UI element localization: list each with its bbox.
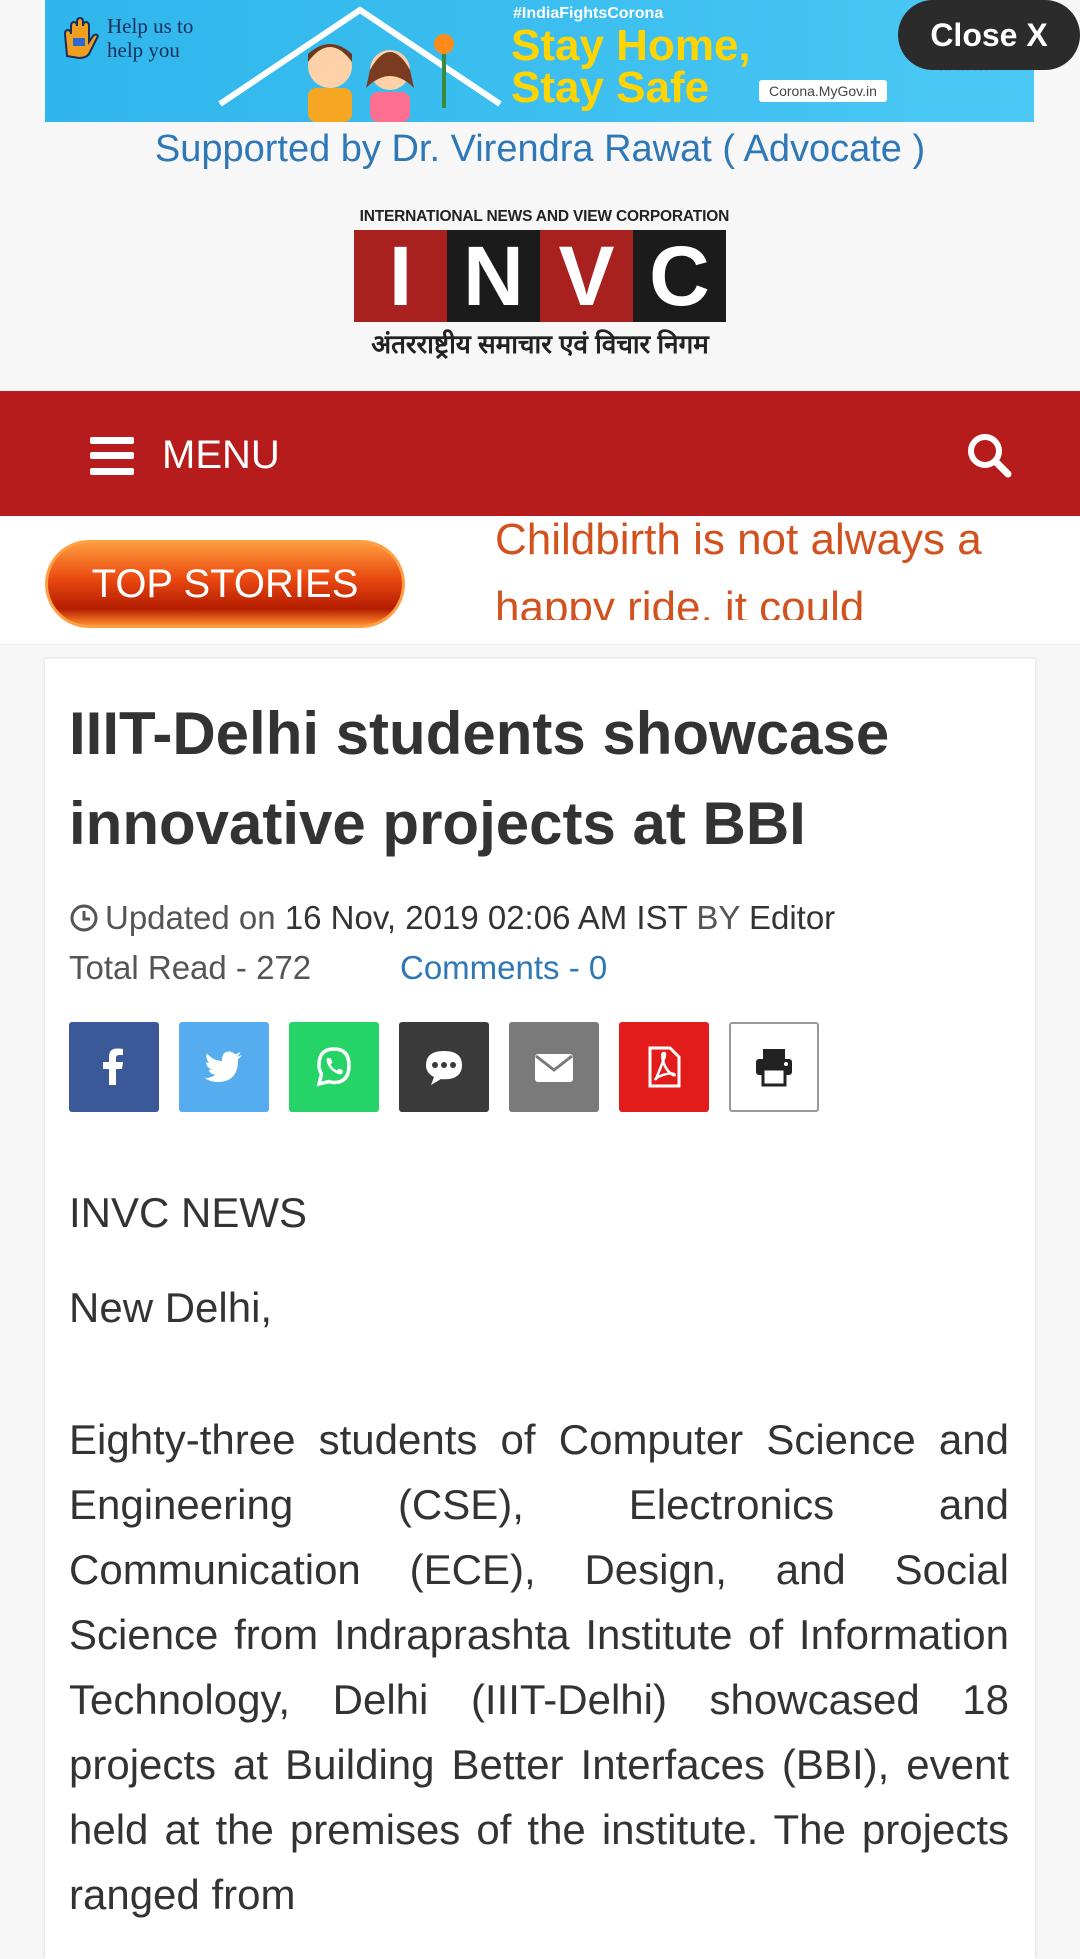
author-name[interactable]: Editor bbox=[749, 899, 835, 936]
print-icon bbox=[756, 1049, 792, 1087]
article-body: Eighty-three students of Computer Scienc… bbox=[69, 1416, 1009, 1918]
stay-home-text: Stay Home, bbox=[511, 21, 751, 70]
updated-date: 16 Nov, 2019 02:06 AM IST bbox=[284, 899, 688, 936]
sms-share-button[interactable] bbox=[399, 1022, 489, 1112]
total-read-count: Total Read - 272 bbox=[69, 949, 312, 986]
ticker-headline[interactable]: Childbirth is not always a happy ride, i… bbox=[495, 516, 1015, 620]
main-nav-bar: MENU bbox=[0, 391, 1080, 516]
supported-by-link[interactable]: Supported by Dr. Virendra Rawat ( Advoca… bbox=[0, 128, 1080, 171]
whatsapp-icon bbox=[316, 1047, 351, 1087]
logo-letter-v: V bbox=[540, 229, 633, 323]
logo-tagline: INTERNATIONAL NEWS AND VIEW CORPORATION bbox=[359, 208, 730, 225]
logo-letter-c: C bbox=[633, 229, 726, 323]
logo-letter-i: I bbox=[354, 229, 447, 323]
covid-banner-ad[interactable]: Help us to help you #IndiaFightsCorona S… bbox=[45, 0, 1034, 122]
hand-icon bbox=[63, 16, 99, 60]
article-source: INVC NEWS bbox=[69, 1189, 308, 1236]
pdf-download-button[interactable] bbox=[619, 1022, 709, 1112]
news-ticker[interactable]: Childbirth is not always a happy ride, i… bbox=[495, 516, 1035, 620]
hamburger-icon bbox=[90, 436, 134, 475]
whatsapp-share-button[interactable] bbox=[289, 1022, 379, 1112]
by-label: BY bbox=[696, 899, 740, 936]
updated-prefix: Updated on bbox=[105, 899, 276, 936]
facebook-icon bbox=[103, 1048, 123, 1085]
print-button[interactable] bbox=[729, 1022, 819, 1112]
close-ad-button[interactable]: Close X bbox=[898, 0, 1080, 70]
help-text: Help us to help you bbox=[107, 14, 194, 62]
stay-safe-text: Stay Safe bbox=[511, 63, 710, 112]
invc-logo[interactable]: INTERNATIONAL NEWS AND VIEW CORPORATION … bbox=[354, 208, 730, 364]
twitter-share-button[interactable] bbox=[179, 1022, 269, 1112]
top-stories-bar: TOP STORIES Childbirth is not always a h… bbox=[0, 516, 1080, 645]
search-icon[interactable] bbox=[966, 432, 1012, 478]
article-location: New Delhi, bbox=[69, 1284, 273, 1331]
help-us-block: Help us to help you bbox=[59, 14, 193, 62]
mygov-site-label: Corona.MyGov.in bbox=[759, 80, 887, 102]
email-icon bbox=[535, 1054, 573, 1082]
logo-letters: I N V C bbox=[354, 229, 726, 323]
share-buttons bbox=[69, 1022, 819, 1112]
article-card: IIIT-Delhi students showcase innovative … bbox=[45, 659, 1035, 1959]
menu-label: MENU bbox=[162, 433, 280, 477]
logo-hindi-line: अंतरराष्ट्रीय समाचार एवं विचार निगम bbox=[371, 329, 709, 359]
email-share-button[interactable] bbox=[509, 1022, 599, 1112]
pdf-icon bbox=[648, 1046, 681, 1088]
facebook-share-button[interactable] bbox=[69, 1022, 159, 1112]
sms-icon bbox=[426, 1051, 462, 1085]
twitter-icon bbox=[204, 1051, 242, 1082]
article-meta: Updated on 16 Nov, 2019 02:06 AM IST BY … bbox=[69, 899, 835, 937]
clock-icon bbox=[70, 904, 98, 932]
article-title: IIIT-Delhi students showcase innovative … bbox=[69, 700, 890, 857]
menu-button[interactable]: MENU bbox=[90, 433, 280, 478]
logo-letter-n: N bbox=[447, 229, 540, 323]
family-house-illustration bbox=[218, 6, 502, 122]
top-stories-button[interactable]: TOP STORIES bbox=[45, 540, 405, 628]
comments-link[interactable]: Comments - 0 bbox=[400, 949, 607, 987]
